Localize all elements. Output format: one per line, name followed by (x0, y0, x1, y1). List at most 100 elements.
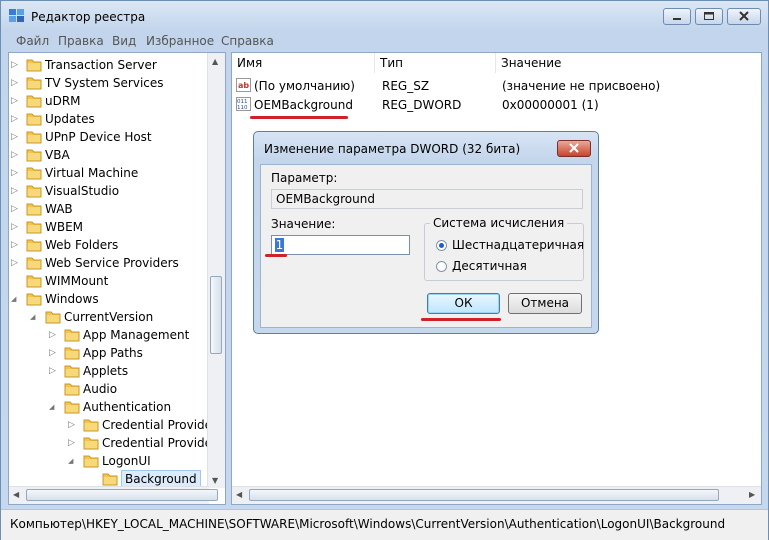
value-data: 0x00000001 (1) (502, 98, 599, 112)
dialog-title: Изменение параметра DWORD (32 бита) (264, 142, 521, 156)
expand-arrow-icon[interactable]: ▷ (68, 420, 76, 430)
collapse-arrow-icon[interactable]: ◢ (11, 294, 19, 304)
expand-arrow-icon[interactable]: ▷ (49, 366, 57, 376)
tree-item-label: Transaction Server (45, 58, 157, 72)
tree-item-label: WAB (45, 202, 73, 216)
tree-item-label: uDRM (45, 94, 81, 108)
folder-icon (26, 57, 42, 72)
window-title: Редактор реестра (31, 10, 146, 24)
tree-item-label: CurrentVersion (64, 310, 154, 324)
tree-item-label: App Management (83, 328, 190, 342)
scroll-right-icon[interactable]: ▶ (749, 490, 755, 499)
dialog-close-button[interactable] (557, 140, 591, 157)
cancel-button[interactable]: Отмена (508, 293, 582, 314)
close-icon (569, 143, 579, 153)
tree-item-label: WBEM (45, 220, 84, 234)
decimal-radio-label[interactable]: Десятичная (452, 259, 527, 273)
scroll-down-icon[interactable]: ▼ (212, 476, 218, 485)
value-data-input[interactable] (271, 235, 410, 255)
no-expander (49, 384, 57, 394)
scroll-left-icon[interactable]: ◀ (236, 490, 242, 499)
minimize-button[interactable] (663, 8, 691, 25)
column-value[interactable]: Значение (496, 53, 761, 73)
maximize-button[interactable] (695, 8, 723, 25)
values-horizontal-scrollbar[interactable]: ◀ ▶ (232, 486, 761, 504)
tree-item-label: Credential Providers (102, 436, 224, 450)
menu-edit[interactable]: Правка (58, 34, 104, 48)
ok-button[interactable]: ОК (427, 293, 500, 314)
menu-help[interactable]: Справка (221, 34, 274, 48)
value-row-default[interactable]: ab (По умолчанию) REG_SZ (значение не пр… (232, 77, 752, 95)
tree-item-label: Applets (83, 364, 129, 378)
folder-icon (83, 435, 99, 450)
scroll-left-icon[interactable]: ◀ (13, 490, 19, 499)
expand-arrow-icon[interactable]: ▷ (68, 438, 76, 448)
expand-arrow-icon[interactable]: ▷ (11, 60, 19, 70)
tree-item-label: WIMMount (45, 274, 109, 288)
folder-icon (26, 219, 42, 234)
close-button[interactable] (727, 8, 761, 25)
folder-icon (45, 309, 61, 324)
expand-arrow-icon[interactable]: ▷ (11, 132, 19, 142)
menu-file[interactable]: Файл (16, 34, 49, 48)
registry-tree[interactable]: ▷ Transaction Server ▷ TV System Services ▷ u… (8, 52, 226, 505)
tree-horizontal-scrollbar[interactable]: ◀ (9, 486, 218, 504)
status-path: Компьютер\HKEY_LOCAL_MACHINE\SOFTWARE\Mi… (10, 517, 726, 531)
tree-vertical-scrollbar[interactable]: ▲ ▼ (207, 53, 225, 488)
string-value-icon: ab (236, 78, 251, 92)
minimize-icon (673, 18, 681, 20)
value-row-oembackground[interactable]: 011 110 OEMBackground REG_DWORD 0x000000… (232, 96, 752, 114)
tree-item-label: VBA (45, 148, 70, 162)
tree-item-label: App Paths (83, 346, 143, 360)
folder-icon (26, 273, 42, 288)
column-type[interactable]: Тип (375, 53, 496, 73)
dialog-body: Параметр: OEMBackground Значение: 1 Сист… (260, 164, 592, 328)
scroll-up-icon[interactable]: ▲ (212, 57, 218, 66)
collapse-arrow-icon[interactable]: ◢ (30, 312, 38, 322)
expand-arrow-icon[interactable]: ▷ (11, 150, 19, 160)
tree-vertical-scroll-thumb[interactable] (210, 276, 222, 354)
values-horizontal-scroll-thumb[interactable] (249, 489, 719, 501)
folder-icon (26, 129, 42, 144)
value-name: (По умолчанию) (254, 79, 355, 93)
registry-app-icon (9, 9, 24, 22)
collapse-arrow-icon[interactable]: ◢ (49, 402, 57, 412)
binary-value-icon: 011 110 (236, 97, 251, 111)
svg-text:ab: ab (238, 81, 249, 90)
tree-item-label: VisualStudio (45, 184, 120, 198)
tree-item-label: TV System Services (45, 76, 164, 90)
expand-arrow-icon[interactable]: ▷ (11, 258, 19, 268)
folder-icon (26, 237, 42, 252)
expand-arrow-icon[interactable]: ▷ (11, 222, 19, 232)
menu-view[interactable]: Вид (112, 34, 136, 48)
tree-item-label: Authentication (83, 400, 172, 414)
column-name[interactable]: Имя (232, 53, 375, 73)
expand-arrow-icon[interactable]: ▷ (11, 96, 19, 106)
expand-arrow-icon[interactable]: ▷ (11, 78, 19, 88)
folder-icon (64, 345, 80, 360)
folder-icon (26, 93, 42, 108)
expand-arrow-icon[interactable]: ▷ (11, 186, 19, 196)
folder-icon (64, 381, 80, 396)
maximize-icon (704, 12, 714, 20)
no-expander (87, 474, 95, 484)
expand-arrow-icon[interactable]: ▷ (11, 204, 19, 214)
expand-arrow-icon[interactable]: ▷ (11, 168, 19, 178)
hex-radio[interactable] (436, 240, 447, 251)
tree-item-label: LogonUI (102, 454, 151, 468)
title-bar[interactable]: Редактор реестра (1, 1, 768, 31)
tree-horizontal-scroll-thumb[interactable] (26, 489, 218, 501)
expand-arrow-icon[interactable]: ▷ (11, 114, 19, 124)
tree-item-label: UPnP Device Host (45, 130, 152, 144)
svg-text:110: 110 (237, 105, 248, 111)
decimal-radio[interactable] (436, 261, 447, 272)
expand-arrow-icon[interactable]: ▷ (49, 330, 57, 340)
expand-arrow-icon[interactable]: ▷ (11, 240, 19, 250)
expand-arrow-icon[interactable]: ▷ (49, 348, 57, 358)
highlight-underline-oembackground (250, 116, 348, 119)
menu-favorites[interactable]: Избранное (146, 34, 214, 48)
hex-radio-label[interactable]: Шестнадцатеричная (452, 238, 584, 252)
value-data-selection: 1 (275, 238, 284, 252)
collapse-arrow-icon[interactable]: ◢ (68, 456, 76, 466)
value-label: Значение: (271, 217, 336, 231)
